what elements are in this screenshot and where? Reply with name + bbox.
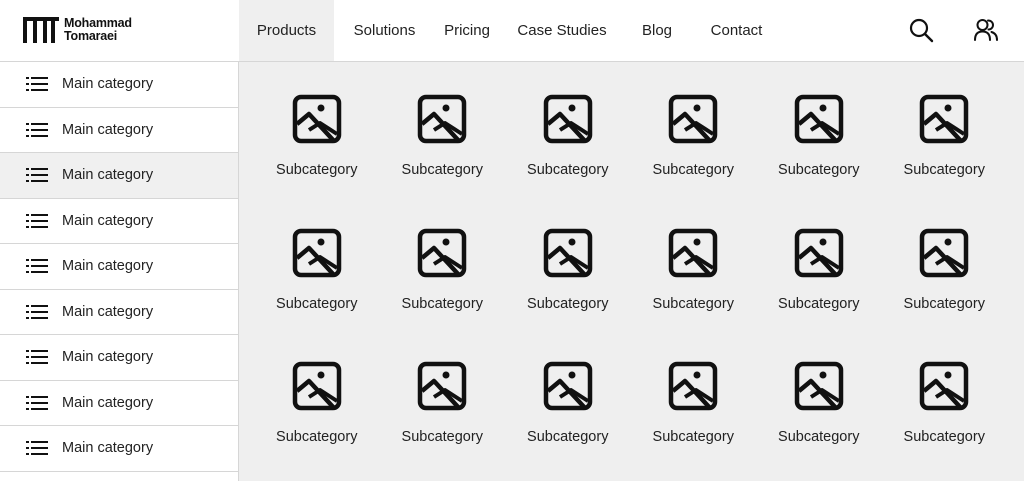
- subcategory-label: Subcategory: [276, 162, 358, 178]
- image-icon: [418, 94, 467, 144]
- mt-logo-icon: [23, 17, 59, 43]
- brand-logo[interactable]: Mohammad Tomaraei: [22, 14, 132, 46]
- main-nav: Products Solutions Pricing Case Studies …: [239, 0, 784, 61]
- subcategory-tile[interactable]: Subcategory: [505, 94, 631, 228]
- sidebar-item-label: Main category: [62, 303, 154, 320]
- nav-item-solutions[interactable]: Solutions: [334, 0, 435, 61]
- sidebar-item-main-category[interactable]: Main category: [0, 335, 238, 381]
- sidebar-item-main-category[interactable]: Main category: [0, 244, 238, 290]
- subcategory-tile[interactable]: Subcategory: [254, 361, 380, 495]
- image-icon: [418, 228, 467, 277]
- image-icon: [920, 361, 969, 411]
- search-icon[interactable]: [908, 17, 934, 43]
- subcategory-label: Subcategory: [652, 295, 734, 312]
- subcategory-tile[interactable]: Subcategory: [254, 228, 380, 362]
- subcategory-tile[interactable]: Subcategory: [756, 361, 882, 495]
- subcategory-label: Subcategory: [778, 295, 860, 312]
- list-icon: [26, 441, 48, 456]
- subcategory-panel: Subcategory Subcategory Subcategory Subc…: [239, 62, 1024, 481]
- nav-item-blog[interactable]: Blog: [625, 0, 689, 61]
- image-icon: [292, 94, 341, 144]
- subcategory-tile[interactable]: Subcategory: [882, 361, 1008, 495]
- nav-item-contact[interactable]: Contact: [689, 0, 784, 61]
- brand-name-line2: Tomaraei: [64, 29, 118, 43]
- subcategory-tile[interactable]: Subcategory: [756, 228, 882, 362]
- subcategory-label: Subcategory: [652, 162, 734, 178]
- sidebar-item-label: Main category: [62, 76, 154, 93]
- brand-name: Mohammad Tomaraei: [64, 17, 132, 43]
- subcategory-tile[interactable]: Subcategory: [380, 94, 506, 228]
- subcategory-label: Subcategory: [276, 429, 358, 445]
- image-icon: [292, 361, 341, 411]
- subcategory-tile[interactable]: Subcategory: [631, 228, 757, 362]
- image-icon: [794, 228, 843, 277]
- sidebar-item-main-category[interactable]: Main category: [0, 381, 238, 426]
- subcategory-tile[interactable]: Subcategory: [505, 228, 631, 362]
- nav-item-products[interactable]: Products: [239, 0, 334, 61]
- subcategory-label: Subcategory: [903, 429, 985, 445]
- image-icon: [669, 361, 718, 411]
- image-icon: [418, 361, 467, 411]
- subcategory-label: Subcategory: [401, 162, 483, 178]
- subcategory-label: Subcategory: [903, 162, 985, 178]
- subcategory-label: Subcategory: [903, 295, 985, 312]
- image-icon: [669, 94, 718, 144]
- subcategory-label: Subcategory: [652, 429, 734, 445]
- list-icon: [26, 122, 48, 137]
- image-icon: [669, 228, 718, 277]
- subcategory-tile[interactable]: Subcategory: [631, 361, 757, 495]
- sidebar-item-main-category[interactable]: Main category: [0, 426, 238, 472]
- subcategory-tile[interactable]: Subcategory: [380, 228, 506, 362]
- top-header: Mohammad Tomaraei Products Solutions Pri…: [0, 0, 1024, 62]
- sidebar-item-label: Main category: [62, 440, 154, 457]
- sidebar-item-label: Main category: [62, 349, 154, 366]
- subcategory-tile[interactable]: Subcategory: [882, 94, 1008, 228]
- image-icon: [920, 94, 969, 144]
- sidebar-item-label: Main category: [62, 212, 154, 229]
- list-icon: [26, 259, 48, 274]
- subcategory-tile[interactable]: Subcategory: [380, 361, 506, 495]
- subcategory-grid: Subcategory Subcategory Subcategory Subc…: [254, 94, 1007, 495]
- image-icon: [543, 94, 592, 144]
- subcategory-tile[interactable]: Subcategory: [631, 94, 757, 228]
- subcategory-tile[interactable]: Subcategory: [882, 228, 1008, 362]
- category-sidebar: Main category Main category Main categor…: [0, 62, 239, 481]
- list-icon: [26, 77, 48, 92]
- subcategory-label: Subcategory: [401, 429, 483, 445]
- sidebar-item-main-category[interactable]: Main category: [0, 290, 238, 335]
- sidebar-item-main-category-active[interactable]: Main category: [0, 153, 238, 199]
- list-icon: [26, 168, 48, 183]
- image-icon: [920, 228, 969, 277]
- nav-item-case-studies[interactable]: Case Studies: [499, 0, 625, 61]
- subcategory-label: Subcategory: [527, 295, 609, 312]
- subcategory-label: Subcategory: [778, 429, 860, 445]
- sidebar-item-label: Main category: [62, 258, 154, 275]
- subcategory-label: Subcategory: [401, 295, 483, 312]
- subcategory-label: Subcategory: [527, 162, 609, 178]
- nav-item-pricing[interactable]: Pricing: [435, 0, 499, 61]
- image-icon: [543, 228, 592, 277]
- image-icon: [543, 361, 592, 411]
- subcategory-label: Subcategory: [527, 429, 609, 445]
- list-icon: [26, 350, 48, 365]
- sidebar-item-main-category[interactable]: Main category: [0, 199, 238, 244]
- list-icon: [26, 395, 48, 410]
- users-icon[interactable]: [973, 17, 999, 43]
- sidebar-item-main-category[interactable]: Main category: [0, 108, 238, 153]
- list-icon: [26, 304, 48, 319]
- sidebar-item-label: Main category: [62, 394, 154, 411]
- subcategory-tile[interactable]: Subcategory: [254, 94, 380, 228]
- subcategory-label: Subcategory: [276, 295, 358, 312]
- sidebar-item-main-category[interactable]: Main category: [0, 62, 238, 108]
- list-icon: [26, 213, 48, 228]
- subcategory-tile[interactable]: Subcategory: [756, 94, 882, 228]
- subcategory-label: Subcategory: [778, 162, 860, 178]
- image-icon: [292, 228, 341, 277]
- image-icon: [794, 94, 843, 144]
- subcategory-tile[interactable]: Subcategory: [505, 361, 631, 495]
- sidebar-item-label: Main category: [62, 121, 154, 138]
- image-icon: [794, 361, 843, 411]
- sidebar-item-label: Main category: [62, 167, 154, 184]
